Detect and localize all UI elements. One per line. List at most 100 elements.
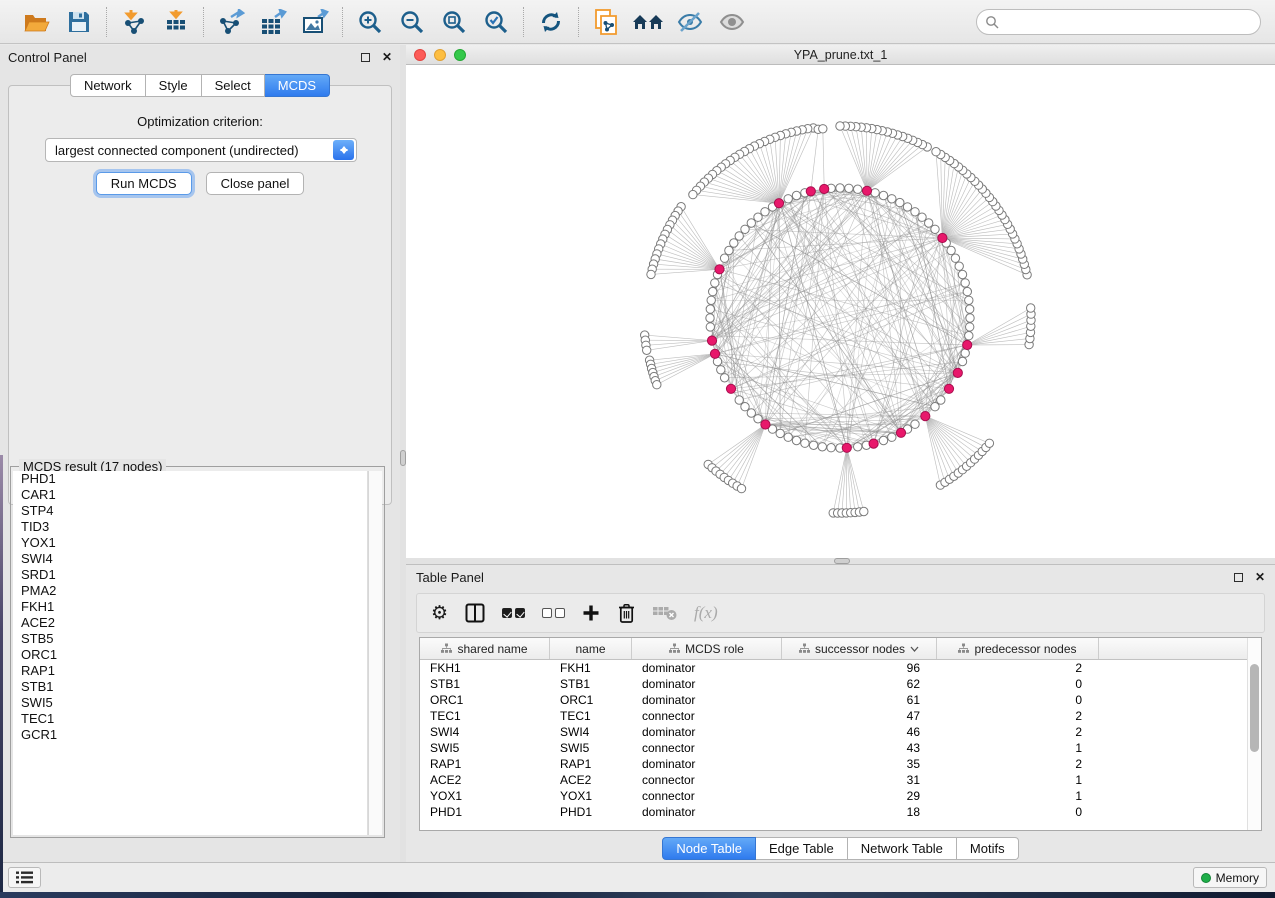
mcds-result-list[interactable]: PHD1CAR1STP4TID3YOX1SWI4SRD1PMA2FKH1ACE2… bbox=[13, 471, 368, 835]
graph-node[interactable] bbox=[792, 191, 800, 199]
graph-node[interactable] bbox=[741, 225, 749, 233]
task-history-button[interactable] bbox=[8, 867, 41, 888]
graph-node[interactable] bbox=[784, 433, 792, 441]
graph-node[interactable] bbox=[818, 443, 826, 451]
mcds-result-item[interactable]: YOX1 bbox=[13, 535, 367, 551]
graph-hub-node[interactable] bbox=[820, 184, 829, 193]
float-panel-icon[interactable] bbox=[361, 53, 370, 62]
mcds-result-item[interactable]: STB1 bbox=[13, 679, 367, 695]
graph-node[interactable] bbox=[961, 279, 969, 287]
graph-node[interactable] bbox=[735, 396, 743, 404]
graph-node[interactable] bbox=[966, 314, 974, 322]
graph-node[interactable] bbox=[761, 208, 769, 216]
graph-node[interactable] bbox=[707, 296, 715, 304]
graph-node[interactable] bbox=[961, 349, 969, 357]
table-row[interactable]: RAP1RAP1dominator352 bbox=[420, 756, 1261, 772]
tab-network[interactable]: Network bbox=[70, 74, 146, 97]
graph-node[interactable] bbox=[792, 436, 800, 444]
tab-edge-table[interactable]: Edge Table bbox=[756, 837, 848, 860]
graph-node[interactable] bbox=[958, 270, 966, 278]
table-scrollbar[interactable] bbox=[1247, 638, 1261, 830]
mcds-result-item[interactable]: FKH1 bbox=[13, 599, 367, 615]
select-all-rows-button[interactable] bbox=[502, 599, 525, 627]
table-row[interactable]: FKH1FKH1dominator962 bbox=[420, 660, 1261, 676]
graph-node[interactable] bbox=[754, 415, 762, 423]
graph-hub-node[interactable] bbox=[726, 384, 735, 393]
table-row[interactable]: SWI5SWI5connector431 bbox=[420, 740, 1261, 756]
graph-node[interactable] bbox=[836, 122, 844, 130]
zoom-in-button[interactable] bbox=[353, 6, 387, 38]
graph-node[interactable] bbox=[966, 323, 974, 331]
graph-node[interactable] bbox=[931, 403, 939, 411]
graph-node[interactable] bbox=[706, 305, 714, 313]
graph-node[interactable] bbox=[720, 254, 728, 262]
graph-hub-node[interactable] bbox=[761, 420, 770, 429]
graph-node[interactable] bbox=[985, 439, 993, 447]
import-table-button[interactable] bbox=[159, 6, 193, 38]
close-table-panel-icon[interactable]: ✕ bbox=[1255, 571, 1265, 583]
hide-selected-button[interactable] bbox=[673, 6, 707, 38]
graph-hub-node[interactable] bbox=[921, 412, 930, 421]
graph-node[interactable] bbox=[871, 189, 879, 197]
graph-hub-node[interactable] bbox=[710, 349, 719, 358]
graph-node[interactable] bbox=[711, 279, 719, 287]
graph-node[interactable] bbox=[918, 213, 926, 221]
graph-node[interactable] bbox=[647, 270, 655, 278]
graph-node[interactable] bbox=[958, 357, 966, 365]
show-all-button[interactable] bbox=[715, 6, 749, 38]
mcds-result-item[interactable]: PHD1 bbox=[13, 471, 367, 487]
mcds-result-item[interactable]: STB5 bbox=[13, 631, 367, 647]
optimization-criterion-select[interactable]: largest connected component (undirected) bbox=[45, 138, 357, 162]
graph-hub-node[interactable] bbox=[806, 187, 815, 196]
graph-node[interactable] bbox=[720, 374, 728, 382]
graph-node[interactable] bbox=[888, 195, 896, 203]
delete-column-button[interactable] bbox=[617, 599, 636, 627]
column-header-predecessor-nodes[interactable]: predecessor nodes bbox=[937, 638, 1099, 659]
graph-node[interactable] bbox=[709, 287, 717, 295]
graph-node[interactable] bbox=[706, 314, 714, 322]
save-session-button[interactable] bbox=[62, 6, 96, 38]
mcds-result-item[interactable]: SWI4 bbox=[13, 551, 367, 567]
table-row[interactable]: TEC1TEC1connector472 bbox=[420, 708, 1261, 724]
open-file-button[interactable] bbox=[20, 6, 54, 38]
zoom-fit-button[interactable] bbox=[437, 6, 471, 38]
mcds-result-scrollbar[interactable] bbox=[368, 471, 382, 835]
close-panel-icon[interactable]: ✕ bbox=[382, 51, 392, 63]
graph-node[interactable] bbox=[801, 439, 809, 447]
graph-node[interactable] bbox=[879, 191, 887, 199]
graph-hub-node[interactable] bbox=[774, 199, 783, 208]
graph-node[interactable] bbox=[932, 148, 940, 156]
graph-node[interactable] bbox=[689, 190, 697, 198]
graph-hub-node[interactable] bbox=[862, 186, 871, 195]
show-columns-button[interactable] bbox=[465, 599, 485, 627]
mcds-result-item[interactable]: TID3 bbox=[13, 519, 367, 535]
graph-node[interactable] bbox=[827, 444, 835, 452]
export-table-button[interactable] bbox=[256, 6, 290, 38]
graph-node[interactable] bbox=[965, 296, 973, 304]
graph-node[interactable] bbox=[911, 420, 919, 428]
mcds-result-item[interactable]: ACE2 bbox=[13, 615, 367, 631]
network-titlebar[interactable]: YPA_prune.txt_1 bbox=[406, 45, 1275, 65]
graph-hub-node[interactable] bbox=[896, 428, 905, 437]
graph-node[interactable] bbox=[911, 208, 919, 216]
graph-hub-node[interactable] bbox=[944, 384, 953, 393]
function-builder-button[interactable]: f(x) bbox=[694, 599, 718, 627]
table-settings-button[interactable]: ⚙ bbox=[431, 599, 448, 627]
graph-node[interactable] bbox=[730, 239, 738, 247]
mcds-result-item[interactable]: PMA2 bbox=[13, 583, 367, 599]
graph-node[interactable] bbox=[888, 433, 896, 441]
mcds-result-item[interactable]: SRD1 bbox=[13, 567, 367, 583]
graph-hub-node[interactable] bbox=[963, 340, 972, 349]
graph-hub-node[interactable] bbox=[953, 368, 962, 377]
table-row[interactable]: SWI4SWI4dominator462 bbox=[420, 724, 1261, 740]
graph-node[interactable] bbox=[955, 262, 963, 270]
graph-node[interactable] bbox=[741, 403, 749, 411]
mcds-result-item[interactable]: ORC1 bbox=[13, 647, 367, 663]
graph-node[interactable] bbox=[931, 225, 939, 233]
mcds-result-item[interactable]: TEC1 bbox=[13, 711, 367, 727]
graph-node[interactable] bbox=[903, 203, 911, 211]
graph-node[interactable] bbox=[854, 185, 862, 193]
graph-node[interactable] bbox=[819, 125, 827, 133]
graph-node[interactable] bbox=[737, 484, 745, 492]
graph-node[interactable] bbox=[725, 246, 733, 254]
